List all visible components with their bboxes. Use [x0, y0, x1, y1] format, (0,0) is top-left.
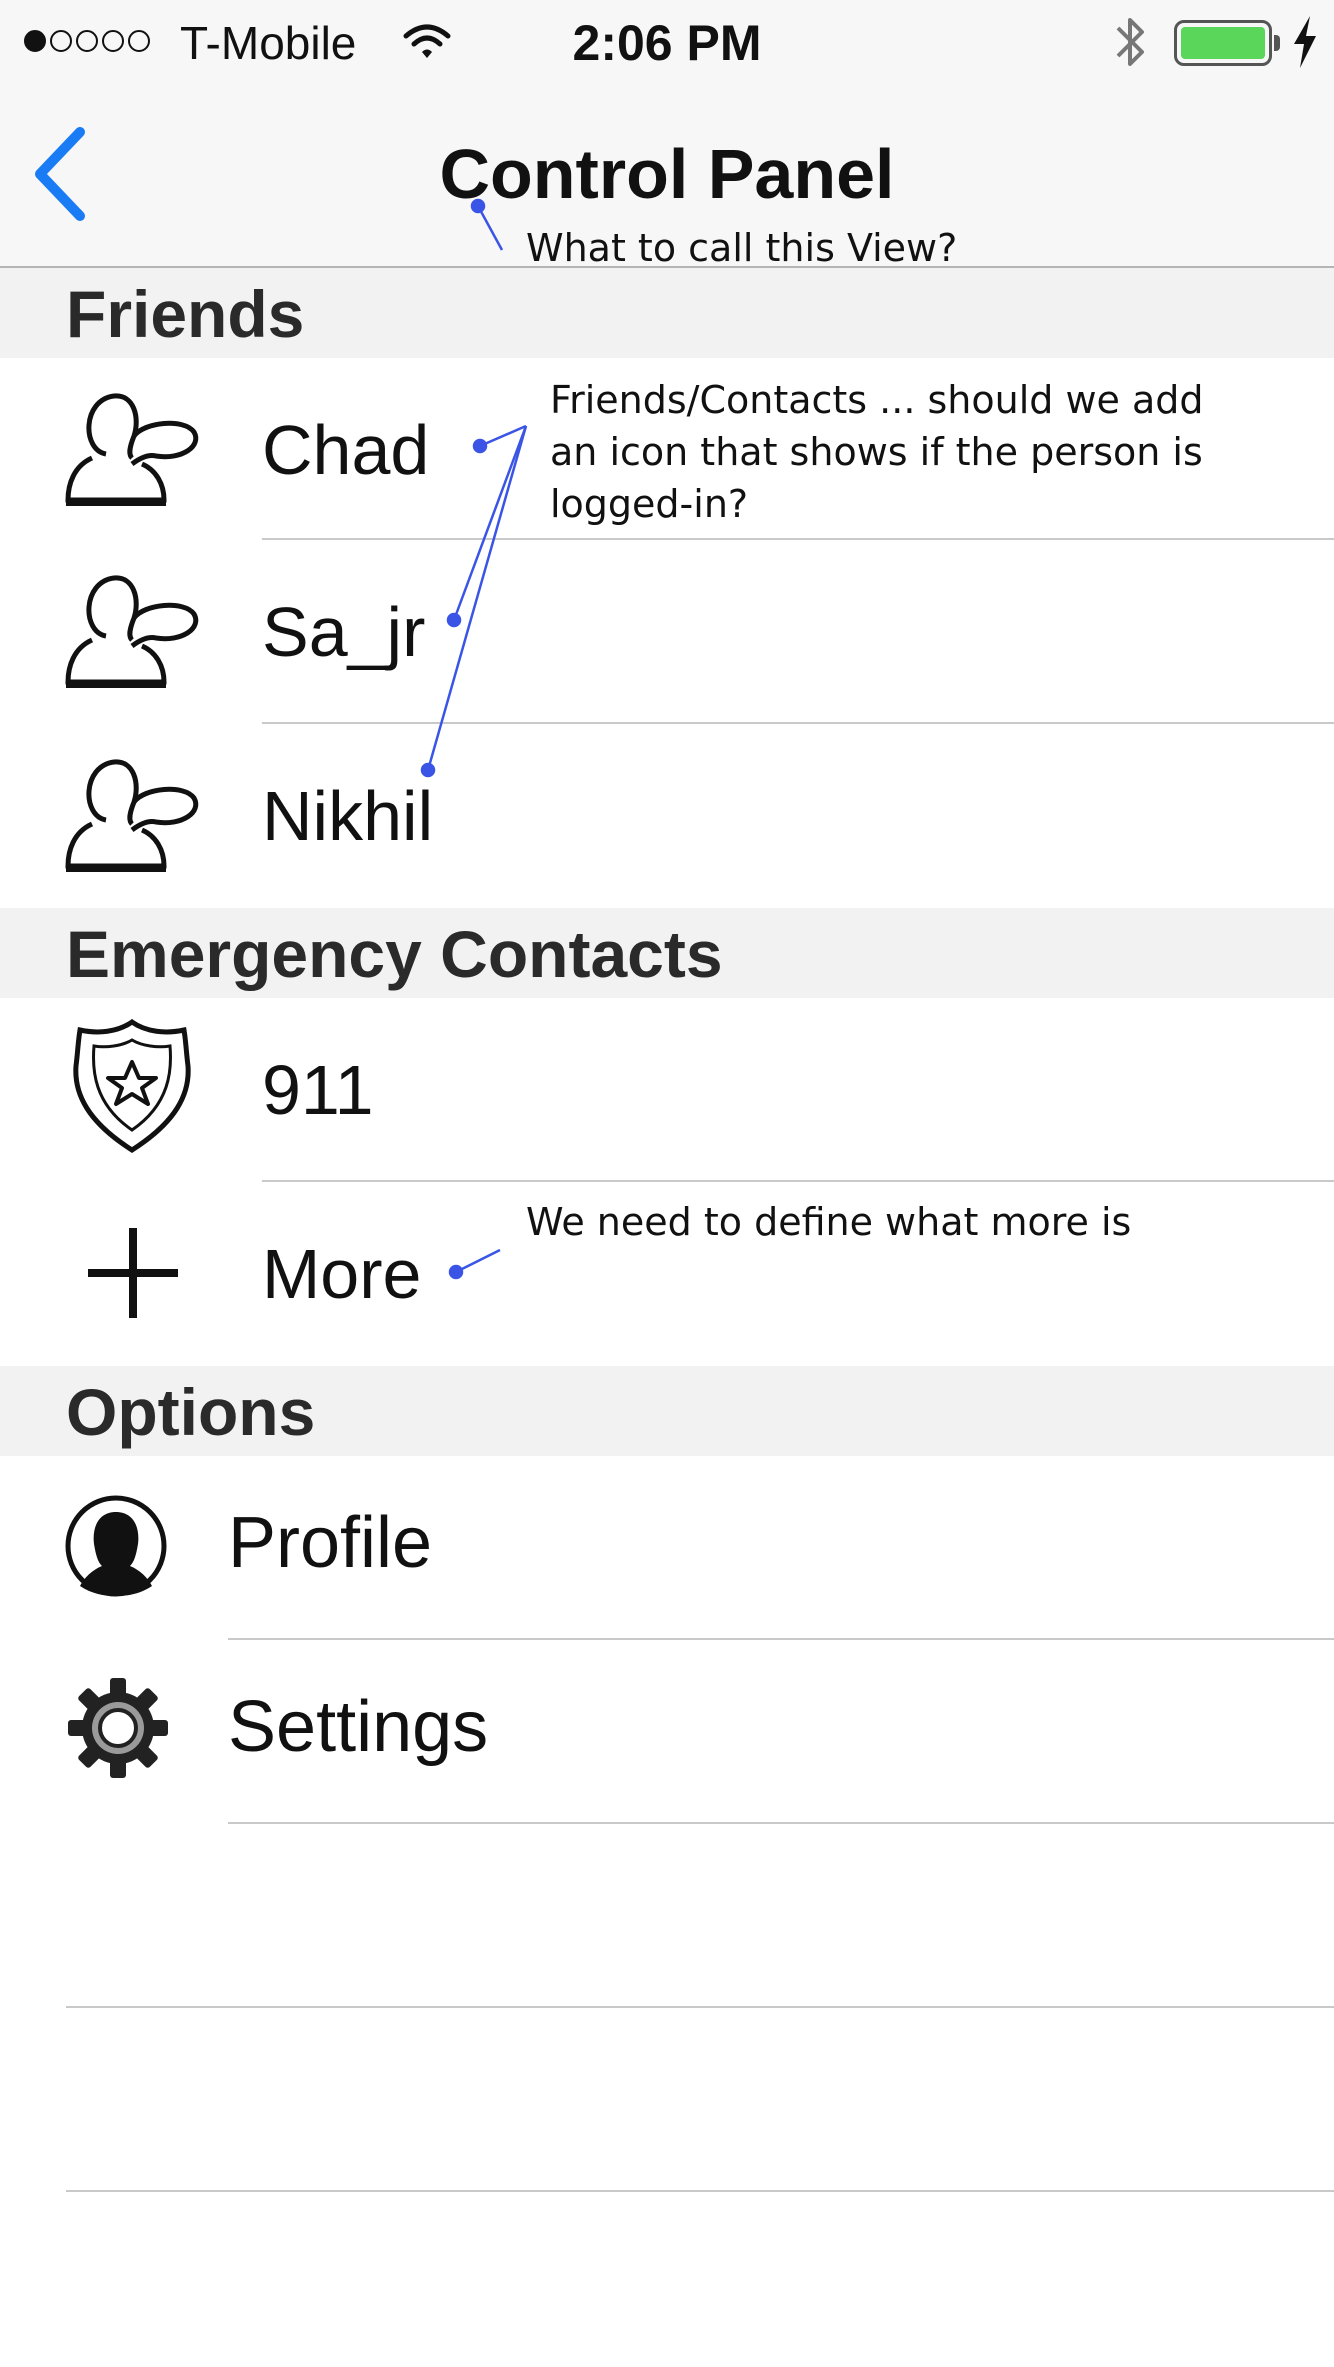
annotation-line	[455, 1248, 501, 1274]
annotation-line	[476, 205, 504, 251]
annotation-friends-note: Friends/Contacts ... should we add an ic…	[550, 374, 1204, 530]
annotation-connectors	[420, 198, 528, 1280]
annotation-line	[426, 425, 528, 771]
annotation-dot	[470, 198, 486, 214]
annotation-title-note: What to call this View?	[526, 226, 958, 270]
annotation-line-text: Friends/Contacts ... should we add	[550, 378, 1204, 422]
annotation-dot	[446, 612, 462, 628]
annotation-dot	[448, 1264, 464, 1280]
annotation-line-text: logged-in?	[550, 482, 749, 526]
annotation-dot	[472, 438, 488, 454]
annotation-line	[452, 425, 528, 621]
annotation-dot	[420, 762, 436, 778]
annotation-more-note: We need to define what more is	[526, 1200, 1132, 1244]
annotation-line-text: an icon that shows if the person is	[550, 430, 1203, 474]
